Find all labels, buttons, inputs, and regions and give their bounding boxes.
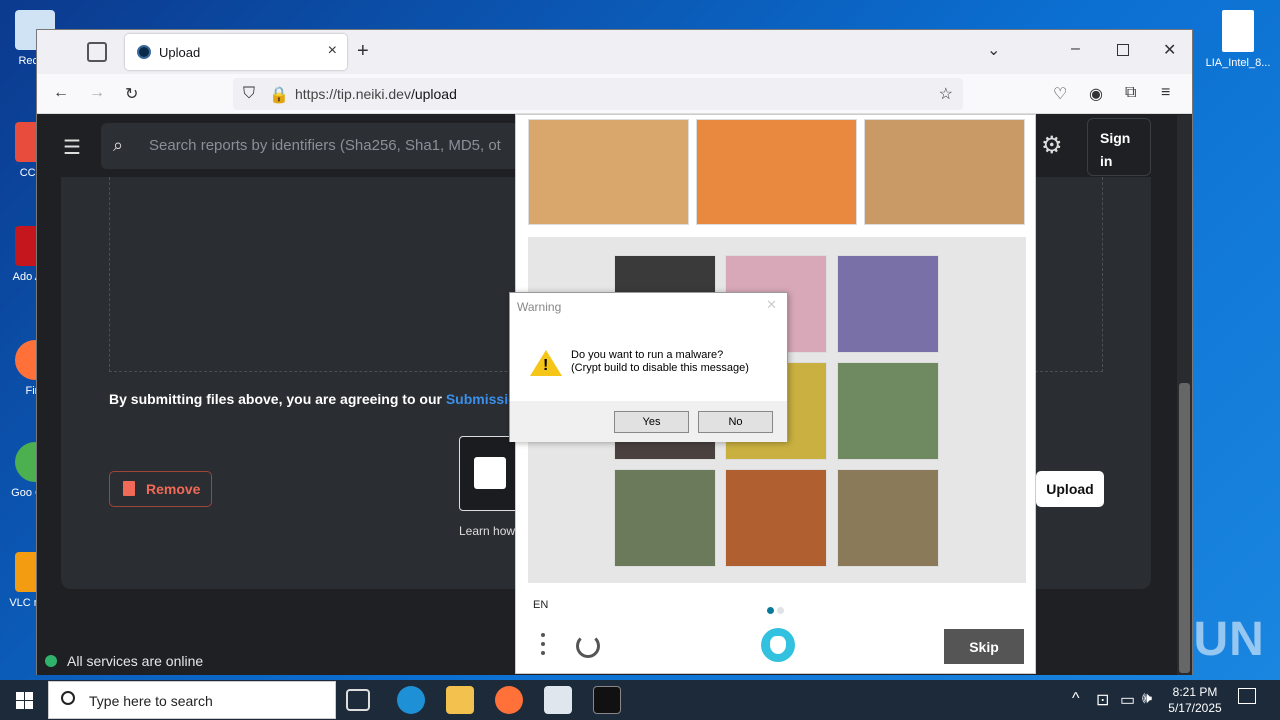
service-status: All services are online: [45, 653, 203, 669]
volume-icon[interactable]: 🕪: [1142, 690, 1152, 708]
ethernet-icon[interactable]: ▭: [1120, 690, 1135, 710]
settings-gear-icon[interactable]: ⚙: [1041, 131, 1063, 160]
remove-button[interactable]: Remove: [109, 471, 212, 507]
taskbar: Type here to search ^ ⊡ ▭ 🕪 8:21 PM 5/17…: [0, 680, 1280, 720]
start-button[interactable]: [0, 680, 48, 720]
upload-button[interactable]: Upload: [1036, 471, 1104, 507]
dialog-message: Do you want to run a malware? (Crypt bui…: [571, 349, 749, 375]
tab-upload[interactable]: Upload ×: [125, 34, 347, 70]
yes-button[interactable]: Yes: [614, 411, 689, 433]
taskbar-clock[interactable]: 8:21 PM 5/17/2025: [1160, 684, 1230, 716]
remove-label: Remove: [146, 481, 201, 497]
minimize-icon[interactable]: –: [1071, 40, 1080, 58]
skip-button[interactable]: Skip: [944, 629, 1024, 664]
task-view-icon[interactable]: [346, 689, 370, 711]
dialog-message-line: Do you want to run a malware?: [571, 349, 724, 361]
tab-overview-icon[interactable]: [87, 42, 107, 62]
maximize-icon[interactable]: [1117, 44, 1129, 56]
challenge-tile[interactable]: [614, 469, 716, 567]
file-explorer-icon[interactable]: [446, 686, 474, 714]
dialog-message-line: (Crypt build to disable this message): [571, 362, 749, 374]
trash-icon: [123, 481, 135, 496]
new-tab-icon[interactable]: +: [357, 40, 369, 63]
warning-dialog: Warning ✕ ! Do you want to run a malware…: [509, 292, 788, 442]
account-icon[interactable]: ◉: [1089, 84, 1103, 104]
challenge-example-image[interactable]: [528, 119, 689, 225]
challenge-tile[interactable]: [837, 469, 939, 567]
url-text: https://tip.neiki.dev/upload: [295, 86, 457, 102]
report-search-input[interactable]: ⌕ Search reports by identifiers (Sha256,…: [101, 123, 541, 169]
search-icon: [61, 691, 75, 705]
shield-icon[interactable]: ⛉: [243, 85, 255, 103]
firefox-taskbar-icon[interactable]: [495, 686, 523, 714]
search-placeholder: Search reports by identifiers (Sha256, S…: [149, 137, 501, 154]
taskbar-search-placeholder: Type here to search: [89, 693, 213, 709]
learn-how-link[interactable]: Learn how: [459, 524, 515, 538]
tab-bar: Upload × + ⌄ – ✕: [37, 30, 1192, 74]
search-icon: ⌕: [113, 135, 124, 155]
challenge-tile[interactable]: [837, 255, 939, 353]
desktop-icon-label: LIA_Intel_8...: [1205, 57, 1271, 69]
site-favicon-icon: [137, 45, 151, 59]
notifications-icon[interactable]: [1238, 688, 1256, 704]
reload-icon[interactable]: ↻: [125, 84, 138, 104]
hcaptcha-logo-icon: [761, 628, 795, 662]
list-tabs-chevron-icon[interactable]: ⌄: [987, 40, 1000, 60]
app-menu-icon[interactable]: ≡: [1161, 84, 1170, 102]
edge-icon[interactable]: [397, 686, 425, 714]
status-text: All services are online: [67, 653, 204, 669]
challenge-tile[interactable]: [725, 469, 827, 567]
dialog-close-icon[interactable]: ✕: [766, 297, 777, 313]
tab-close-icon[interactable]: ×: [328, 42, 337, 60]
desktop-icon-file[interactable]: LIA_Intel_8...: [1202, 10, 1274, 71]
lock-icon: 🔒: [269, 87, 289, 104]
extensions-icon[interactable]: ⧉: [1125, 84, 1136, 102]
no-button[interactable]: No: [698, 411, 773, 433]
forward-icon[interactable]: →: [89, 84, 105, 102]
window-close-icon[interactable]: ✕: [1163, 40, 1176, 60]
status-online-icon: [45, 655, 57, 667]
taskbar-search-input[interactable]: Type here to search: [48, 681, 336, 719]
hamburger-menu-icon[interactable]: ☰: [63, 135, 81, 160]
dialog-title: Warning: [517, 300, 562, 314]
bookmark-star-icon[interactable]: ☆: [939, 84, 953, 104]
file-icon: [1222, 10, 1254, 52]
challenge-example-image[interactable]: [696, 119, 857, 225]
pocket-icon[interactable]: ♡: [1053, 84, 1067, 104]
tray-chevron-icon[interactable]: ^: [1072, 690, 1080, 708]
terminal-icon[interactable]: [593, 686, 621, 714]
network-icon[interactable]: ⊡: [1096, 690, 1109, 710]
more-options-icon[interactable]: [541, 633, 547, 660]
challenge-tile[interactable]: [837, 362, 939, 460]
nav-bar: ← → ↻ ⛉ 🔒 https://tip.neiki.dev/upload ☆…: [37, 74, 1192, 114]
scrollbar-thumb[interactable]: [1179, 383, 1190, 673]
warning-icon: !: [530, 350, 562, 376]
clock-date: 5/17/2025: [1168, 701, 1222, 715]
page-scrollbar[interactable]: [1177, 115, 1192, 675]
app-taskbar-icon[interactable]: [544, 686, 572, 714]
refresh-challenge-icon[interactable]: [576, 634, 600, 658]
url-bar[interactable]: ⛉ 🔒 https://tip.neiki.dev/upload ☆: [233, 78, 963, 110]
challenge-example-image[interactable]: [864, 119, 1025, 225]
tab-title: Upload: [159, 45, 201, 60]
back-icon[interactable]: ←: [53, 84, 69, 102]
agreement-label: By submitting files above, you are agree…: [109, 391, 446, 407]
clock-time: 8:21 PM: [1172, 685, 1218, 699]
page-indicator: [767, 601, 787, 619]
language-selector[interactable]: EN: [533, 599, 548, 611]
dialog-footer: Yes No: [510, 401, 787, 442]
agreement-text: By submitting files above, you are agree…: [109, 391, 525, 407]
sign-in-button[interactable]: Sign in: [1087, 118, 1151, 176]
video-icon: [474, 457, 506, 489]
